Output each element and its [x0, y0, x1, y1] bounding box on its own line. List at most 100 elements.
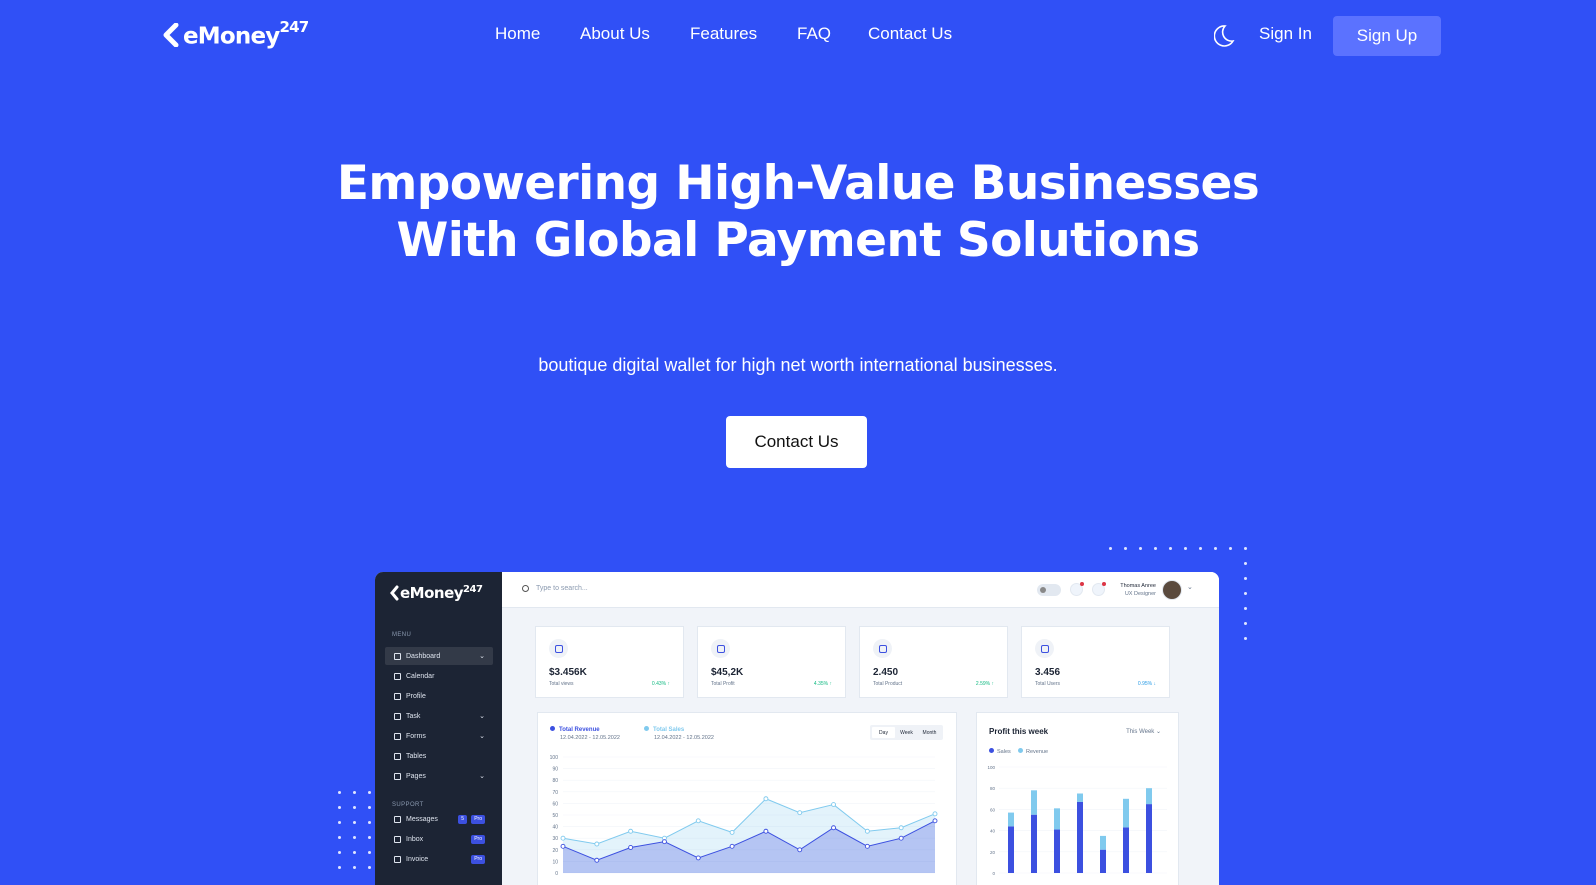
decor-dot	[1124, 547, 1127, 550]
sidebar-item-3[interactable]: Task ⌄	[385, 707, 493, 725]
dashboard-logo: eMoney247	[389, 584, 483, 602]
dashboard-sidebar: eMoney247 MENU Dashboard ⌄ Calendar Profile…	[375, 572, 502, 885]
sidebar-item-label: Messages	[406, 815, 438, 823]
stat-value: 3.456	[1035, 667, 1061, 678]
bar-revenue	[1077, 793, 1083, 802]
sidebar-item-label: Forms	[406, 732, 426, 740]
chevron-down-icon: ⌄	[479, 653, 485, 660]
decor-dot	[1244, 562, 1247, 565]
bar-sales	[1146, 804, 1152, 873]
data-point	[729, 829, 735, 835]
decor-dot	[1244, 622, 1247, 625]
y-tick-label: 40	[990, 829, 996, 834]
stat-change: 2.59% ↑	[975, 681, 994, 687]
nav-features[interactable]: Features	[690, 24, 757, 44]
decor-dot	[338, 866, 341, 869]
y-tick-label: 90	[552, 767, 558, 773]
bar-revenue	[1146, 788, 1152, 805]
y-tick-label: 80	[990, 786, 996, 791]
data-point	[560, 843, 566, 849]
data-point	[831, 802, 836, 808]
data-point	[594, 857, 600, 863]
nav-home[interactable]: Home	[495, 24, 540, 44]
support-item-1[interactable]: Inbox Pro	[385, 830, 493, 848]
search-placeholder: Type to search...	[536, 585, 588, 592]
cart-icon	[711, 639, 730, 658]
hero-subtitle: boutique digital wallet for high net wor…	[538, 355, 1058, 375]
data-point	[628, 828, 634, 834]
nav-about-us[interactable]: About Us	[580, 24, 650, 44]
decor-dot	[1169, 547, 1172, 550]
data-point	[695, 855, 701, 861]
bell-icon[interactable]	[1070, 582, 1084, 596]
support-item-0[interactable]: Messages 5 Pro	[385, 810, 493, 828]
revenue-area-chart: 0 10 20 30 40 50 60 70 80 90 100	[550, 755, 938, 877]
sidebar-item-5[interactable]: Tables	[385, 747, 493, 765]
menu-icon	[394, 692, 401, 700]
decor-dot	[338, 851, 341, 854]
revenue-chart-card: Total Revenue 12.04.2022 - 12.05.2022 Tot…	[537, 712, 957, 885]
profit-bar-chart: 0 20 40 60 80 100	[987, 765, 1167, 876]
support-item-2[interactable]: Invoice Pro	[385, 850, 493, 868]
data-point	[594, 841, 600, 847]
y-tick-label: 50	[552, 813, 558, 819]
data-point	[932, 811, 938, 817]
decor-dot	[1199, 547, 1202, 550]
moon-icon[interactable]	[1214, 24, 1236, 48]
sidebar-item-2[interactable]: Profile	[385, 687, 493, 705]
sign-up-button[interactable]: Sign Up	[1333, 16, 1441, 56]
decor-dot	[353, 791, 356, 794]
chevron-down-icon[interactable]: ⌄	[1187, 583, 1193, 591]
chevron-left-icon	[390, 585, 399, 601]
decor-dot	[368, 851, 371, 854]
chevron-down-icon: ⌄	[479, 773, 485, 780]
sidebar-item-6[interactable]: Pages ⌄	[385, 767, 493, 785]
decor-dot	[338, 791, 341, 794]
avatar[interactable]	[1162, 580, 1182, 600]
decor-dot	[353, 851, 356, 854]
decor-dot	[368, 836, 371, 839]
menu-icon	[394, 672, 401, 680]
bar-sales	[1100, 849, 1106, 873]
users-icon	[1035, 639, 1054, 658]
bar-revenue	[1031, 790, 1037, 815]
decor-dot	[1229, 547, 1232, 550]
decor-dot	[1244, 577, 1247, 580]
nav-faq[interactable]: FAQ	[797, 24, 831, 44]
stat-label: Total Product	[873, 681, 903, 687]
brand-logo[interactable]: eMoney247	[162, 18, 309, 52]
chevron-down-icon: ⌄	[479, 713, 485, 720]
sidebar-item-label: Dashboard	[406, 652, 441, 660]
pro-badge: Pro	[471, 854, 485, 864]
chevron-down-icon: ⌄	[479, 733, 485, 740]
search-icon	[522, 585, 529, 592]
pro-badge: Pro	[471, 814, 485, 824]
decor-dot	[1154, 547, 1157, 550]
sidebar-item-1[interactable]: Calendar	[385, 667, 493, 685]
sidebar-item-4[interactable]: Forms ⌄	[385, 727, 493, 745]
chevron-left-icon	[163, 23, 179, 47]
data-point	[695, 818, 701, 824]
nav-contact-us[interactable]: Contact Us	[868, 24, 952, 44]
decor-dot	[353, 806, 356, 809]
decor-dot	[1244, 592, 1247, 595]
y-tick-label: 20	[990, 850, 996, 855]
menu-icon	[394, 815, 401, 823]
contact-us-button[interactable]: Contact Us	[726, 416, 867, 468]
data-point	[831, 825, 836, 831]
dashboard-wordmark: eMoney247	[400, 584, 483, 602]
sidebar-item-0[interactable]: Dashboard ⌄	[385, 647, 493, 665]
menu-icon	[394, 712, 401, 720]
dark-mode-toggle[interactable]	[1037, 584, 1061, 596]
dashboard-search[interactable]: Type to search...	[522, 585, 588, 592]
sidebar-item-label: Calendar	[406, 672, 435, 680]
menu-icon	[394, 652, 401, 660]
stat-value: $45,2K	[711, 667, 744, 678]
user-name: Thomas Anree	[1120, 583, 1156, 589]
user-role: UX Designer	[1124, 591, 1156, 597]
sign-in-link[interactable]: Sign In	[1259, 24, 1312, 44]
stat-card: $45,2K Total Profit 4.35% ↑	[697, 626, 846, 698]
user-info[interactable]: Thomas Anree UX Designer	[1090, 582, 1156, 598]
y-tick-label: 60	[552, 801, 558, 807]
sidebar-item-label: Invoice	[406, 855, 429, 863]
